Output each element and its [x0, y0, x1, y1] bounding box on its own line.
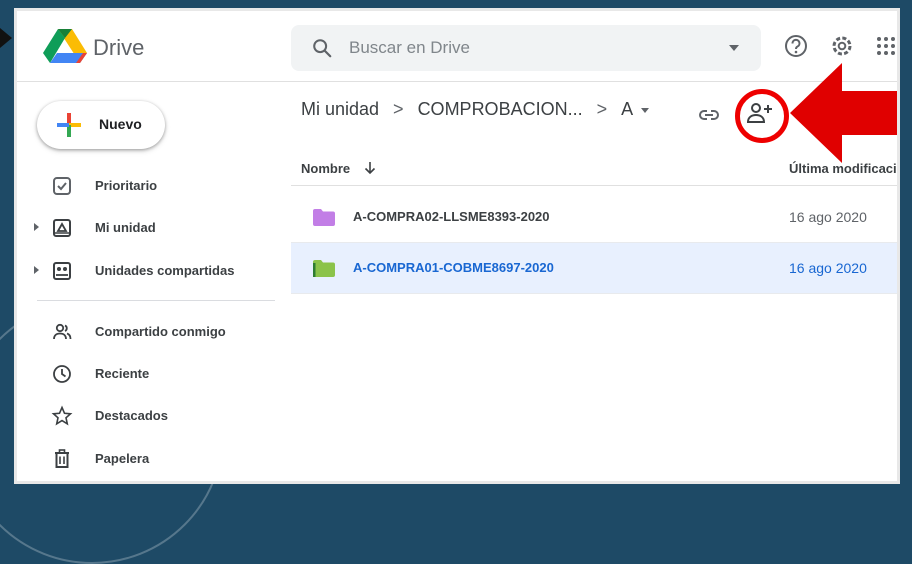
- breadcrumb-separator: >: [596, 99, 608, 119]
- star-icon: [51, 405, 73, 426]
- search-bar[interactable]: Buscar en Drive: [291, 25, 761, 71]
- new-button-label: Nuevo: [99, 116, 142, 132]
- sidebar-item-label: Mi unidad: [95, 220, 156, 235]
- search-input[interactable]: Buscar en Drive: [349, 38, 470, 58]
- clock-icon: [53, 365, 71, 383]
- table-row[interactable]: A-COMPRA01-COBME8697-2020 16 ago 2020: [291, 243, 897, 294]
- sidebar-item-reciente[interactable]: Reciente: [17, 355, 277, 393]
- sidebar-item-destacados[interactable]: Destacados: [17, 397, 277, 435]
- modified-date: 16 ago 2020: [789, 260, 867, 276]
- file-name: A-COMPRA02-LLSME8393-2020: [353, 209, 550, 224]
- drive-window: Drive Buscar en Drive Nuevo Prioritario …: [14, 8, 900, 484]
- sort-arrow-down-icon[interactable]: [363, 161, 377, 175]
- top-bar: Drive Buscar en Drive: [17, 11, 897, 82]
- breadcrumb: Mi unidad > COMPROBACION... > A: [301, 99, 650, 129]
- folder-icon: [313, 209, 335, 226]
- breadcrumb-separator: >: [393, 99, 404, 119]
- people-icon: [53, 323, 72, 340]
- help-icon[interactable]: [783, 33, 809, 59]
- chevron-down-icon[interactable]: [641, 107, 650, 113]
- breadcrumb-current[interactable]: A: [621, 99, 633, 119]
- column-header-modified[interactable]: Última modificaci...: [789, 161, 897, 176]
- apps-grid-icon[interactable]: [873, 33, 899, 59]
- sidebar-item-label: Destacados: [95, 408, 168, 423]
- modified-date: 16 ago 2020: [789, 209, 867, 225]
- column-header-name[interactable]: Nombre: [301, 161, 350, 176]
- check-square-icon: [53, 177, 71, 195]
- my-drive-icon: [53, 219, 71, 237]
- search-options-icon[interactable]: [729, 45, 739, 51]
- file-name: A-COMPRA01-COBME8697-2020: [353, 260, 554, 275]
- drive-logo-icon[interactable]: [43, 29, 87, 63]
- sidebar-divider: [37, 300, 275, 301]
- list-header: Nombre Última modificaci...: [291, 139, 897, 186]
- table-row[interactable]: A-COMPRA02-LLSME8393-2020 16 ago 2020: [291, 192, 897, 243]
- link-icon[interactable]: [697, 103, 721, 127]
- sidebar-item-label: Reciente: [95, 366, 150, 381]
- breadcrumb-root[interactable]: Mi unidad: [301, 99, 379, 119]
- sidebar-item-label: Unidades compartidas: [95, 263, 235, 278]
- sidebar-item-mi-unidad[interactable]: Mi unidad: [17, 209, 277, 247]
- sidebar-item-compartido-conmigo[interactable]: Compartido conmigo: [17, 313, 277, 351]
- breadcrumb-middle[interactable]: COMPROBACION...: [418, 99, 583, 119]
- add-person-share-icon[interactable]: [746, 101, 774, 125]
- expand-arrow-icon[interactable]: [34, 223, 39, 231]
- sidebar-item-label: Papelera: [95, 451, 150, 466]
- sidebar-item-unidades-compartidas[interactable]: Unidades compartidas: [17, 252, 277, 290]
- folder-icon: [313, 260, 335, 277]
- sidebar-item-label: Prioritario: [95, 178, 158, 193]
- app-name[interactable]: Drive: [93, 35, 144, 61]
- trash-icon: [55, 449, 69, 468]
- sidebar-item-label: Compartido conmigo: [95, 324, 226, 339]
- shared-drives-icon: [53, 262, 71, 280]
- sidebar-item-prioritario[interactable]: Prioritario: [17, 167, 277, 205]
- expand-arrow-icon[interactable]: [34, 266, 39, 274]
- corner-pointer-icon: [0, 28, 12, 48]
- settings-icon[interactable]: [829, 33, 855, 59]
- sidebar-item-papelera[interactable]: Papelera: [17, 440, 277, 478]
- new-button[interactable]: Nuevo: [37, 101, 165, 149]
- search-icon[interactable]: [311, 37, 333, 59]
- plus-icon: [57, 113, 81, 137]
